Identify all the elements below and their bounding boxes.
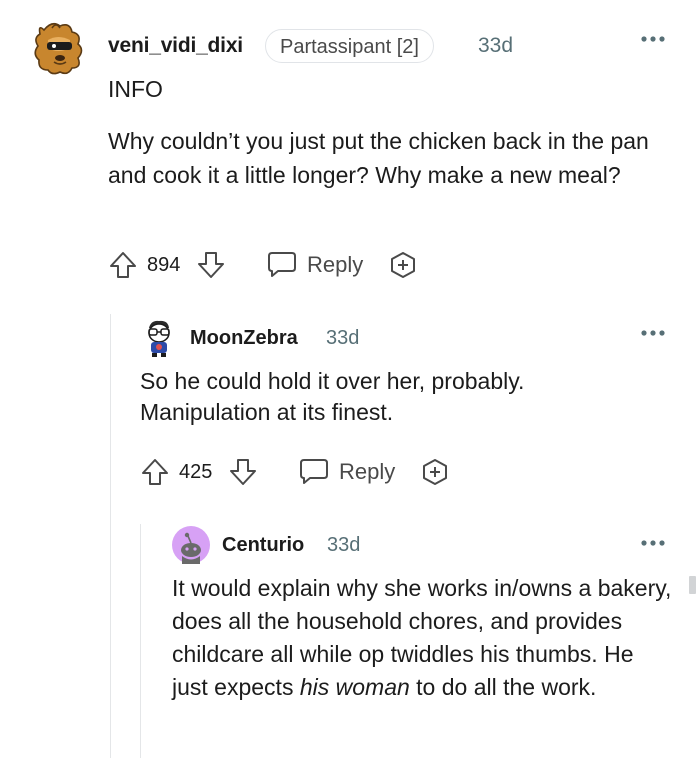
award-plus-icon[interactable] (420, 457, 450, 487)
upvote-arrow-icon[interactable] (108, 250, 138, 280)
comment-timestamp: 33d (327, 534, 361, 556)
comment-body-line: So he could hold it over her, probably. (140, 368, 525, 394)
comment-body-italic: his woman (299, 674, 410, 700)
upvote-arrow-icon[interactable] (140, 457, 170, 487)
reply-button[interactable]: Reply (339, 459, 395, 485)
speech-bubble-icon[interactable] (266, 249, 298, 279)
user-avatar-centurio[interactable] (172, 526, 210, 564)
comment-body: Why couldn’t you just put the chicken ba… (108, 128, 649, 188)
more-options-icon[interactable] (640, 536, 666, 550)
comment-username[interactable]: veni_vidi_dixi (108, 34, 243, 58)
downvote-arrow-icon[interactable] (228, 457, 258, 487)
speech-bubble-icon[interactable] (298, 456, 330, 486)
vote-score: 425 (179, 461, 213, 483)
thread-line[interactable] (110, 314, 111, 758)
more-options-icon[interactable] (640, 326, 666, 340)
comment-body: So he could hold it over her, probably. … (140, 366, 680, 428)
user-avatar-moonzebra[interactable] (142, 318, 176, 358)
comment-body-text: to do all the work. (409, 674, 597, 700)
comment-timestamp: 33d (326, 327, 360, 349)
reply-button[interactable]: Reply (307, 252, 363, 278)
user-avatar-veni-vidi-dixi[interactable] (30, 20, 86, 76)
comment-body-line: Manipulation at its finest. (140, 399, 394, 425)
user-flair-badge: Partassipant [2] (265, 29, 434, 63)
comment-username[interactable]: MoonZebra (190, 327, 298, 350)
scrollbar-thumb[interactable] (689, 576, 696, 594)
award-plus-icon[interactable] (388, 250, 418, 280)
thread-line[interactable] (140, 524, 141, 758)
comment-username[interactable]: Centurio (222, 534, 304, 557)
comment-body: It would explain why she works in/owns a… (172, 572, 672, 704)
vote-score: 894 (147, 254, 181, 276)
downvote-arrow-icon[interactable] (196, 250, 226, 280)
more-options-icon[interactable] (640, 32, 666, 46)
comment-text-heading: INFO (108, 76, 163, 102)
comment-timestamp: 33d (478, 34, 514, 57)
